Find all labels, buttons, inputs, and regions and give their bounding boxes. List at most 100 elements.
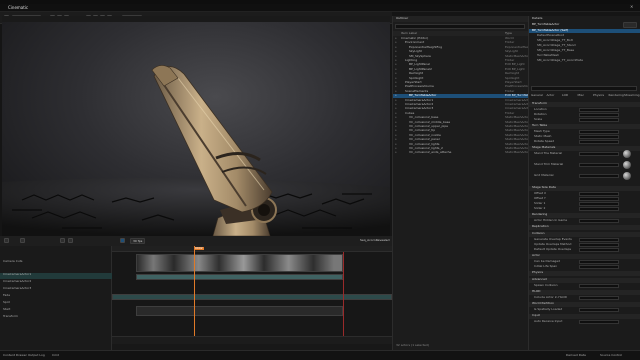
track-bar[interactable]	[136, 274, 343, 280]
visibility-icon[interactable]: •	[395, 116, 397, 119]
outliner-row[interactable]: • VC_collusion2_ends_attache StaticMeshAct…	[393, 151, 529, 155]
property-value-field[interactable]	[579, 118, 619, 122]
outliner-row[interactable]: • SpotLight SpotLight	[393, 77, 529, 81]
property-value-field[interactable]	[579, 140, 619, 144]
track-row[interactable]: Start	[0, 308, 112, 314]
visibility-icon[interactable]: •	[395, 129, 397, 132]
details-section-header[interactable]: Stage Size Data	[529, 186, 640, 191]
material-thumbnail[interactable]	[623, 172, 631, 180]
add-component-button[interactable]	[623, 22, 637, 28]
outliner-row[interactable]: • VC_collusion2_lights_2 StaticMeshActor	[393, 147, 529, 151]
material-thumbnail[interactable]	[623, 161, 631, 169]
visibility-icon[interactable]: •	[395, 37, 397, 40]
track-bar[interactable]	[112, 294, 392, 300]
close-icon[interactable]: ✕	[630, 5, 636, 10]
visibility-icon[interactable]: •	[395, 77, 397, 80]
outliner-row[interactable]: • Cubes Folder	[393, 112, 529, 116]
outliner-row[interactable]: • CineCameraActor1 CineCameraActor	[393, 99, 529, 103]
property-value-field[interactable]	[579, 320, 619, 324]
visibility-icon[interactable]: •	[395, 134, 397, 137]
content-drawer-button[interactable]: Content Drawer	[3, 354, 27, 357]
track-row[interactable]: Fade	[0, 294, 112, 300]
outliner-row[interactable]: • SM_SkySphere StaticMeshActor	[393, 55, 529, 59]
property-value-field[interactable]	[579, 192, 619, 196]
property-value-field[interactable]	[579, 238, 619, 242]
property-value-field[interactable]	[579, 296, 619, 300]
outliner-row[interactable]: • VC_collusion2_lights StaticMeshActor	[393, 143, 529, 147]
outliner-search[interactable]	[395, 24, 525, 29]
snap-icon[interactable]	[120, 238, 125, 243]
details-search[interactable]	[531, 86, 637, 91]
property-value-field[interactable]	[579, 174, 619, 178]
property-value-field[interactable]	[579, 135, 619, 139]
outliner-row[interactable]: • VC_collusion2_middle_base StaticMeshActo…	[393, 121, 529, 125]
property-value-field[interactable]	[579, 152, 619, 156]
visibility-icon[interactable]: •	[395, 63, 397, 66]
details-section-header[interactable]: HLOD	[529, 290, 640, 295]
visibility-icon[interactable]: •	[395, 50, 397, 53]
outliner-tab[interactable]: Outliner	[393, 16, 529, 22]
visibility-icon[interactable]: •	[395, 138, 397, 141]
playhead[interactable]	[194, 246, 195, 336]
property-value-field[interactable]	[579, 202, 619, 206]
visibility-icon[interactable]: •	[395, 90, 397, 93]
outliner-row[interactable]: • Cinematic (Editor) World	[393, 37, 529, 41]
property-value-field[interactable]	[579, 265, 619, 269]
property-value-field[interactable]	[579, 308, 619, 312]
details-section-header[interactable]: Advanced	[529, 278, 640, 283]
component-row[interactable]: BP_TurnTableActor (Self)	[529, 29, 640, 33]
visibility-icon[interactable]: •	[395, 151, 397, 154]
visibility-icon[interactable]: •	[395, 55, 397, 58]
filter-tab[interactable]: Actor	[547, 94, 555, 97]
details-section-header[interactable]: Transform	[529, 102, 640, 107]
property-value-field[interactable]	[579, 260, 619, 264]
outliner-row[interactable]: • PostProcessVolume PostProcessVolume	[393, 85, 529, 89]
outliner-row[interactable]: • Environment Folder	[393, 41, 529, 45]
visibility-icon[interactable]: •	[395, 112, 397, 115]
visibility-icon[interactable]: •	[395, 59, 397, 62]
component-row[interactable]: SM_AcornStage_TT_Stand	[529, 44, 640, 48]
property-value-field[interactable]	[579, 284, 619, 288]
property-value-field[interactable]	[579, 130, 619, 134]
outliner-row[interactable]: • SceneElements Folder	[393, 90, 529, 94]
sequencer-scrollbar[interactable]	[112, 336, 392, 344]
visibility-icon[interactable]: •	[395, 147, 397, 150]
outliner-row[interactable]: • CineCameraActor3 CineCameraActor	[393, 107, 529, 111]
property-value-field[interactable]	[579, 163, 619, 167]
filter-tab[interactable]: General	[531, 94, 543, 97]
track-row[interactable]: Camera Cuts	[0, 260, 112, 266]
outliner-row[interactable]: • SkyLight SkyLight	[393, 50, 529, 54]
material-thumbnail[interactable]	[623, 150, 631, 158]
details-section-header[interactable]: Physics	[529, 271, 640, 276]
column-item-label[interactable]: Item Label	[401, 32, 417, 35]
track-row[interactable]: Transform	[0, 315, 112, 321]
details-section-header[interactable]: Replication	[529, 225, 640, 230]
fps-selector[interactable]: 30 fps	[130, 238, 146, 244]
visibility-icon[interactable]: •	[395, 46, 397, 49]
component-row[interactable]: SM_AcornStage_TT_Bolt	[529, 39, 640, 43]
camera-cut-clip[interactable]	[136, 254, 343, 272]
details-section-header[interactable]: Input	[529, 314, 640, 319]
track-bar[interactable]	[136, 306, 343, 316]
track-row[interactable]: CineCameraActor3	[0, 287, 112, 293]
outliner-row[interactable]: • BP_LightPanel2 Edit BP_Light	[393, 68, 529, 72]
source-control-button[interactable]: Source Control	[600, 354, 622, 357]
outliner-row[interactable]: • VC_collusion2_base StaticMeshActor	[393, 116, 529, 120]
visibility-icon[interactable]: •	[395, 85, 397, 88]
details-tab[interactable]: Details	[532, 17, 542, 20]
property-value-field[interactable]	[579, 248, 619, 252]
track-row[interactable]: Spot	[0, 301, 112, 307]
details-section-header[interactable]: Actor	[529, 254, 640, 259]
outliner-row[interactable]: • VC_collusion2_tip StaticMeshActor	[393, 129, 529, 133]
outliner-row[interactable]: • VC_collusion2_nozzle StaticMeshActor	[393, 134, 529, 138]
visibility-icon[interactable]: •	[395, 72, 397, 75]
visibility-icon[interactable]: •	[395, 103, 397, 106]
add-track-icon[interactable]	[20, 238, 25, 243]
outliner-row[interactable]: • BP_LightPanel Edit BP_Light	[393, 63, 529, 67]
filter-tab[interactable]: Misc	[578, 94, 585, 97]
outliner-row[interactable]: • RectLight RectLight	[393, 72, 529, 76]
property-value-field[interactable]	[579, 197, 619, 201]
filter-tab[interactable]: Rendering	[609, 94, 624, 97]
timeline-tracks[interactable]	[112, 252, 392, 336]
outliner-row[interactable]: • PlayerStart PlayerStart	[393, 81, 529, 85]
